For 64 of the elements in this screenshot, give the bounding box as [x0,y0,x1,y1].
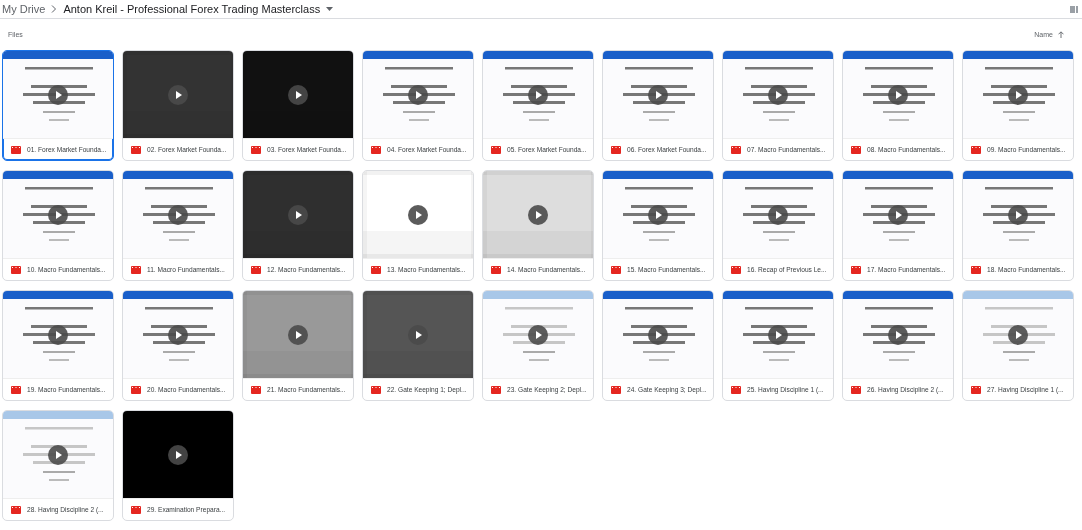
arrow-up-icon [1058,31,1064,38]
video-file-icon [971,265,981,274]
video-file-icon [11,505,21,514]
video-file-icon [491,145,501,154]
play-icon[interactable] [888,204,908,225]
video-file-icon [971,385,981,394]
play-icon[interactable] [408,204,428,225]
play-icon[interactable] [648,84,668,105]
video-file-icon [611,265,621,274]
play-icon[interactable] [168,204,188,225]
breadcrumb-item[interactable]: My Drive [2,3,46,15]
play-icon[interactable] [768,84,788,105]
video-file-icon [131,505,141,514]
play-icon[interactable] [768,324,788,345]
video-file-icon [851,265,861,274]
play-icon[interactable] [48,324,68,345]
video-file-icon [11,265,21,274]
breadcrumb-item[interactable]: Anton Kreil - Professional Forex Trading Masterclass [63,3,321,15]
video-file-icon [131,145,141,154]
play-icon[interactable] [408,84,428,105]
play-icon[interactable] [528,84,548,105]
play-icon[interactable] [888,84,908,105]
video-file-icon [371,145,381,154]
play-icon[interactable] [168,444,188,465]
play-icon[interactable] [48,444,68,465]
play-icon[interactable] [648,204,668,225]
play-icon[interactable] [1008,324,1028,345]
play-icon[interactable] [48,204,68,225]
play-icon[interactable] [168,84,188,105]
play-icon[interactable] [528,204,548,225]
video-file-icon [731,145,741,154]
play-icon[interactable] [768,204,788,225]
video-file-icon [371,265,381,274]
play-icon[interactable] [48,84,68,105]
play-icon[interactable] [288,84,308,105]
play-icon[interactable] [648,324,668,345]
video-file-icon [491,385,501,394]
video-file-icon [11,385,21,394]
play-icon[interactable] [528,324,548,345]
play-icon[interactable] [888,324,908,345]
video-file-icon [731,385,741,394]
video-file-icon [131,385,141,394]
video-file-icon [491,265,501,274]
details-icon[interactable] [1070,5,1078,13]
chevron-icon [51,5,58,13]
play-icon[interactable] [168,324,188,345]
video-file-icon [251,265,261,274]
play-icon[interactable] [288,324,308,345]
play-icon[interactable] [1008,204,1028,225]
video-file-icon [611,145,621,154]
video-file-icon [851,145,861,154]
video-file-icon [11,145,21,154]
play-icon[interactable] [1008,84,1028,105]
caret-icon[interactable] [326,7,334,11]
video-file-icon [251,145,261,154]
video-file-icon [131,265,141,274]
video-file-icon [371,385,381,394]
video-file-icon [971,145,981,154]
video-file-icon [851,385,861,394]
play-icon[interactable] [288,204,308,225]
video-file-icon [611,385,621,394]
video-file-icon [731,265,741,274]
play-icon[interactable] [408,324,428,345]
video-file-icon [251,385,261,394]
